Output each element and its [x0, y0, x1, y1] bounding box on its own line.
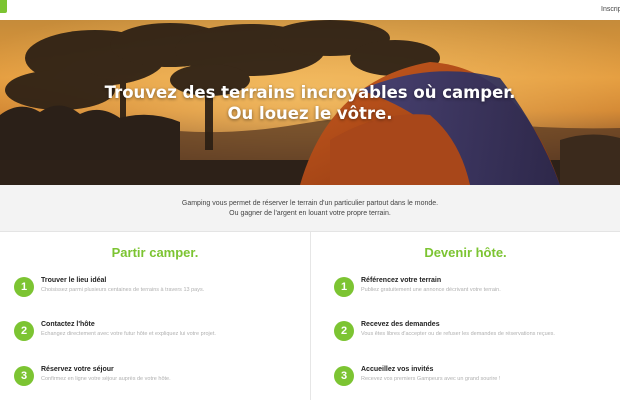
step-number-badge: 1 — [334, 277, 354, 297]
step-title: Trouver le lieu idéal — [41, 277, 107, 284]
intro-line2: Ou gagner de l'argent en louant votre pr… — [229, 210, 391, 217]
step-number-badge: 2 — [14, 321, 34, 341]
hero-banner: Trouvez des terrains incroyables où camp… — [0, 20, 620, 185]
step-title: Contactez l'hôte — [41, 321, 95, 328]
step-number-badge: 3 — [334, 366, 354, 386]
camper-step-2: 2 Contactez l'hôte Echangez directement … — [14, 321, 294, 345]
step-description: Choisissez parmi plusieurs centaines de … — [41, 287, 205, 293]
host-title: Devenir hôte. — [424, 245, 507, 260]
host-step-1: 1 Référencez votre terrain Publiez gratu… — [334, 277, 614, 301]
step-description: Publiez gratuitement une annonce décriva… — [361, 287, 501, 293]
step-number-badge: 1 — [14, 277, 34, 297]
step-description: Vous êtes libres d'accepter ou de refuse… — [361, 331, 555, 337]
how-it-works: Partir camper. 1 Trouver le lieu idéal C… — [0, 232, 620, 400]
host-column: Devenir hôte. 1 Référencez votre terrain… — [310, 232, 620, 400]
top-bar: Inscript — [0, 0, 620, 20]
signup-link[interactable]: Inscript — [601, 6, 620, 13]
intro-line1: Gamping vous permet de réserver le terra… — [181, 200, 439, 207]
hero-title-line2: Ou louez le vôtre. — [227, 104, 393, 123]
camper-step-1: 1 Trouver le lieu idéal Choisissez parmi… — [14, 277, 294, 301]
step-description: Echangez directement avec votre futur hô… — [41, 331, 216, 337]
camper-title: Partir camper. — [111, 245, 199, 260]
step-number-badge: 3 — [14, 366, 34, 386]
hero-title: Trouvez des terrains incroyables où camp… — [0, 82, 620, 124]
host-step-3: 3 Accueillez vos invités Recevez vos pre… — [334, 366, 614, 390]
intro-band: Gamping vous permet de réserver le terra… — [0, 185, 620, 232]
step-title: Accueillez vos invités — [361, 366, 434, 373]
camper-column: Partir camper. 1 Trouver le lieu idéal C… — [0, 232, 310, 400]
step-description: Confirmez en ligne votre séjour auprès d… — [41, 376, 171, 382]
step-title: Référencez votre terrain — [361, 277, 442, 284]
host-step-2: 2 Recevez des demandes Vous êtes libres … — [334, 321, 614, 345]
step-title: Réservez votre séjour — [41, 366, 114, 373]
hero-title-line1: Trouvez des terrains incroyables où camp… — [104, 83, 516, 102]
camper-step-3: 3 Réservez votre séjour Confirmez en lig… — [14, 366, 294, 390]
logo[interactable] — [0, 0, 7, 13]
step-title: Recevez des demandes — [361, 321, 440, 328]
step-number-badge: 2 — [334, 321, 354, 341]
step-description: Recevez vos premiers Gampeurs avec un gr… — [361, 376, 501, 382]
